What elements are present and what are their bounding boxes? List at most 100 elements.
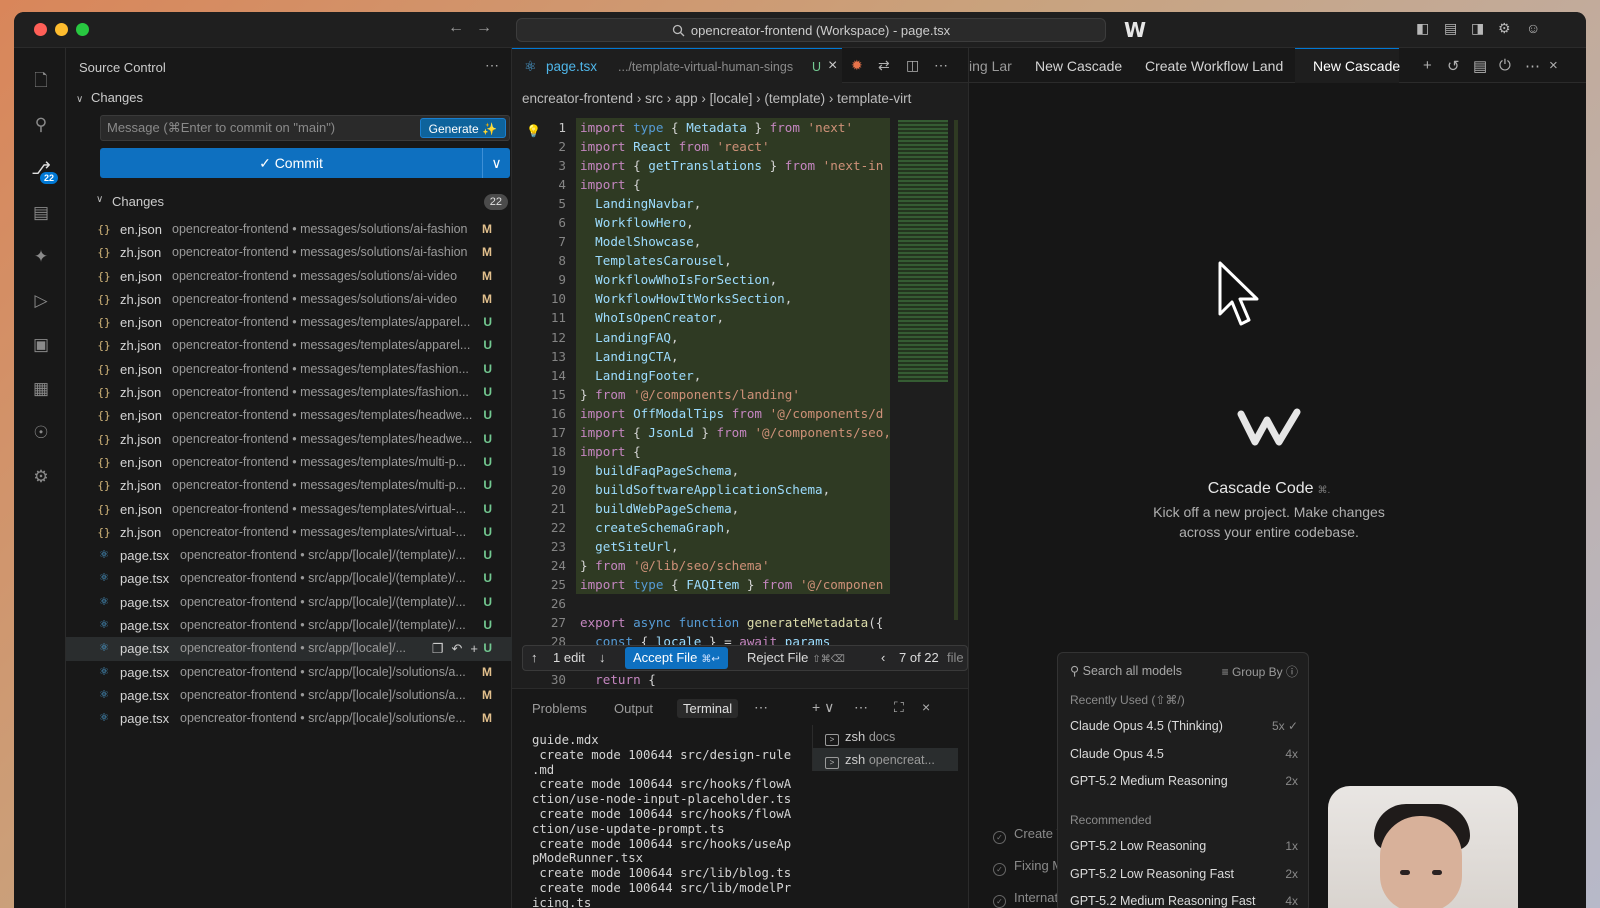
windsurf-burst-icon[interactable]: ✹: [851, 57, 863, 74]
terminal-instance[interactable]: > zsh opencreat...: [813, 748, 958, 771]
changed-file-row[interactable]: ⚛ page.tsx opencreator-frontend • src/app/…: [66, 637, 512, 661]
editor-more-icon[interactable]: ⋯: [934, 57, 948, 74]
changed-file-row[interactable]: {} zh.json opencreator-frontend • messages…: [66, 288, 512, 311]
extensions-icon[interactable]: ▦: [30, 378, 52, 400]
cascade-tab-3[interactable]: Create Workflow Land: [1145, 58, 1283, 74]
model-search[interactable]: ⚲ Search all models: [1070, 663, 1182, 678]
changed-file-row[interactable]: ⚛ page.tsx opencreator-frontend • src/app/…: [66, 591, 512, 614]
cascade-tab-4[interactable]: New Cascade: [1313, 58, 1400, 74]
changed-file-row[interactable]: {} en.json opencreator-frontend • messages…: [66, 265, 512, 288]
open-file-icon[interactable]: ❐: [432, 641, 444, 656]
changed-file-row[interactable]: {} zh.json opencreator-frontend • messages…: [66, 474, 512, 497]
cascade-more-icon[interactable]: ⋯: [1525, 57, 1540, 75]
tab-output[interactable]: Output: [614, 701, 653, 716]
changed-file-row[interactable]: ⚛ page.tsx opencreator-frontend • src/app/…: [66, 544, 512, 567]
changed-file-row[interactable]: {} zh.json opencreator-frontend • messages…: [66, 334, 512, 357]
account-icon[interactable]: ☺: [1526, 20, 1540, 36]
test-icon[interactable]: ⚙: [30, 466, 52, 488]
changed-file-row[interactable]: ⚛ page.tsx opencreator-frontend • src/app/…: [66, 707, 512, 730]
cascade-history-row[interactable]: ✓ Internat: [993, 890, 1063, 908]
commit-dropdown-chevron-icon[interactable]: ∨: [482, 148, 510, 178]
memories-icon[interactable]: ▤: [1473, 57, 1487, 75]
forward-arrow-icon[interactable]: →: [476, 19, 492, 37]
commit-main[interactable]: ✓ Commit: [100, 148, 482, 178]
model-option[interactable]: GPT-5.2 Low Reasoning 1x: [1070, 839, 1298, 853]
model-option[interactable]: Claude Opus 4.5 (Thinking) 5x ✓: [1070, 719, 1298, 733]
toggle-primary-sidebar-icon[interactable]: ◧: [1416, 20, 1429, 37]
cascade-tab-1[interactable]: ing Lar: [969, 58, 1012, 74]
accept-file-button[interactable]: Accept File ⌘↩: [625, 647, 728, 669]
cascade-tab-2[interactable]: New Cascade: [1035, 58, 1122, 74]
commit-button[interactable]: ✓ Commit ∨: [100, 148, 510, 178]
more-actions-icon[interactable]: ⋯: [485, 57, 499, 74]
changed-file-row[interactable]: {} zh.json opencreator-frontend • messages…: [66, 521, 512, 544]
command-center[interactable]: opencreator-frontend (Workspace) - page.…: [516, 18, 1106, 42]
panel-more-icon[interactable]: ⋯: [754, 699, 768, 716]
tab-terminal[interactable]: Terminal: [677, 699, 739, 718]
history-icon[interactable]: ↺: [1447, 57, 1460, 75]
split-editor-icon[interactable]: ◫: [906, 57, 919, 74]
settings-gear-icon[interactable]: ⚙: [1498, 20, 1511, 37]
close-panel-icon[interactable]: ×: [922, 699, 930, 715]
breadcrumb[interactable]: encreator-frontend › src › app › [locale…: [522, 91, 911, 106]
tab-problems[interactable]: Problems: [532, 701, 587, 716]
changed-file-row[interactable]: {} zh.json opencreator-frontend • messages…: [66, 381, 512, 404]
maximize-panel-icon[interactable]: ⛶: [894, 699, 904, 716]
cascade-history-row[interactable]: ✓ Create V: [993, 826, 1063, 858]
next-edit-arrow-icon[interactable]: ↓: [599, 650, 606, 665]
map-icon[interactable]: ▤: [30, 202, 52, 224]
git-graph-icon[interactable]: ☉: [30, 422, 52, 444]
changed-file-row[interactable]: ⚛ page.tsx opencreator-frontend • src/app/…: [66, 614, 512, 637]
editor-scrollbar[interactable]: [954, 120, 958, 620]
search-icon[interactable]: ⚲: [30, 114, 52, 136]
changed-file-row[interactable]: ⚛ page.tsx opencreator-frontend • src/app/…: [66, 567, 512, 590]
discard-changes-icon[interactable]: ↶: [452, 641, 463, 656]
close-tab-icon[interactable]: ×: [828, 57, 837, 75]
model-option[interactable]: GPT-5.2 Low Reasoning Fast 2x: [1070, 867, 1298, 881]
new-terminal-plus-icon[interactable]: + ∨: [812, 699, 834, 716]
reject-file-button[interactable]: Reject File ⇧⌘⌫: [747, 650, 845, 665]
changed-file-row[interactable]: {} en.json opencreator-frontend • messages…: [66, 311, 512, 334]
new-cascade-plus-icon[interactable]: +: [1423, 57, 1432, 74]
file-status: U: [483, 338, 492, 353]
close-window-button[interactable]: [34, 23, 47, 36]
tab-page-tsx[interactable]: ⚛ page.tsx .../template-virtual-human-si…: [512, 48, 842, 83]
minimap[interactable]: [898, 120, 948, 382]
changed-file-row[interactable]: {} en.json opencreator-frontend • messages…: [66, 498, 512, 521]
group-by-button[interactable]: ≡ Group By ⓘ: [1222, 663, 1298, 680]
toggle-panel-icon[interactable]: ▤: [1444, 20, 1457, 37]
minimize-window-button[interactable]: [55, 23, 68, 36]
zoom-window-button[interactable]: [76, 23, 89, 36]
terminal-output[interactable]: guide.mdx create mode 100644 src/design-…: [532, 733, 802, 908]
run-debug-icon[interactable]: ▷: [30, 290, 52, 312]
close-cascade-icon[interactable]: ×: [1549, 57, 1558, 74]
explorer-icon[interactable]: 🗋: [30, 70, 52, 92]
model-option[interactable]: GPT-5.2 Medium Reasoning 2x: [1070, 774, 1298, 788]
prev-edit-arrow-icon[interactable]: ↑: [531, 650, 538, 665]
cascade-history-row[interactable]: ✓ Fixing M: [993, 858, 1063, 890]
model-option[interactable]: GPT-5.2 Medium Reasoning Fast 4x: [1070, 894, 1298, 908]
back-arrow-icon[interactable]: ←: [448, 19, 464, 37]
changed-file-row[interactable]: ⚛ page.tsx opencreator-frontend • src/app/…: [66, 684, 512, 707]
terminal-more-icon[interactable]: ⋯: [854, 699, 868, 716]
terminal-instance[interactable]: > zsh docs: [813, 725, 958, 748]
changed-file-row[interactable]: {} zh.json opencreator-frontend • messages…: [66, 428, 512, 451]
compare-changes-icon[interactable]: ⇄: [878, 57, 890, 74]
generate-button[interactable]: Generate ✨: [419, 118, 506, 138]
plug-icon[interactable]: ⏻: [1499, 57, 1511, 74]
remote-explorer-icon[interactable]: ▣: [30, 334, 52, 356]
changes-section-header[interactable]: ∨ Changes: [76, 90, 143, 105]
changed-file-row[interactable]: {} en.json opencreator-frontend • messages…: [66, 218, 512, 241]
toggle-secondary-sidebar-icon[interactable]: ◨: [1471, 20, 1484, 37]
changed-file-row[interactable]: {} en.json opencreator-frontend • messages…: [66, 358, 512, 381]
changes-group-header[interactable]: ∨ Changes 22: [86, 194, 510, 214]
changed-file-row[interactable]: {} en.json opencreator-frontend • messages…: [66, 404, 512, 427]
stage-changes-icon[interactable]: +: [470, 641, 478, 656]
changed-file-row[interactable]: ⚛ page.tsx opencreator-frontend • src/app/…: [66, 661, 512, 684]
commit-message-input[interactable]: [107, 120, 417, 135]
changed-file-row[interactable]: {} zh.json opencreator-frontend • messages…: [66, 241, 512, 264]
model-option[interactable]: Claude Opus 4.5 4x: [1070, 747, 1298, 761]
extensions-sparkle-icon[interactable]: ✦: [30, 246, 52, 268]
prev-file-chevron-icon[interactable]: ‹: [881, 650, 885, 665]
changed-file-row[interactable]: {} en.json opencreator-frontend • messages…: [66, 451, 512, 474]
